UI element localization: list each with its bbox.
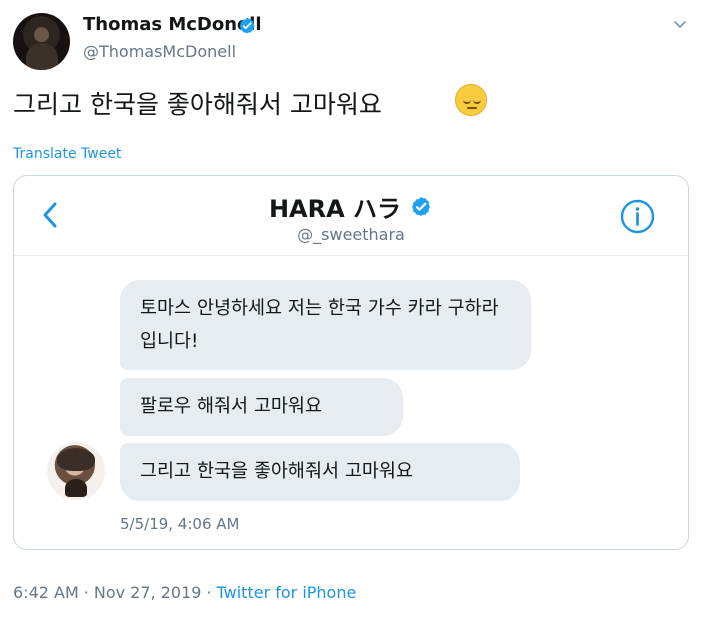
message-timestamp: 5/5/19, 4:06 AM bbox=[120, 515, 240, 533]
tweet-author-avatar[interactable] bbox=[13, 13, 70, 70]
tweet-date[interactable]: Nov 27, 2019 bbox=[94, 583, 202, 602]
dm-title: HARA ハラ bbox=[14, 189, 688, 224]
quoted-dm-screenshot[interactable]: HARA ハラ @_sweethara 토마스 안녕하세요 저는 한국 가수 카… bbox=[13, 175, 689, 550]
dm-handle: @_sweethara bbox=[297, 225, 405, 244]
dm-header: HARA ハラ @_sweethara bbox=[14, 176, 688, 256]
separator: · bbox=[83, 583, 89, 602]
verified-badge-icon bbox=[239, 17, 255, 34]
tweet-meta: 6:42 AM · Nov 27, 2019 · Twitter for iPhone bbox=[13, 583, 356, 602]
tweet-source-link[interactable]: Twitter for iPhone bbox=[217, 583, 357, 602]
tweet-text: 그리고 한국을 좋아해줘서 고마워요 bbox=[13, 90, 382, 119]
message-bubble: 팔로우 해줘서 고마워요 bbox=[120, 378, 403, 436]
dm-header-divider bbox=[14, 255, 688, 256]
separator: · bbox=[206, 583, 212, 602]
sender-avatar bbox=[47, 442, 105, 500]
author-handle[interactable]: @ThomasMcDonell bbox=[83, 42, 236, 61]
pensive-face-icon bbox=[455, 84, 487, 116]
message-bubble: 그리고 한국을 좋아해줘서 고마워요 bbox=[120, 443, 520, 501]
message-bubble: 토마스 안녕하세요 저는 한국 가수 카라 구하라입니다! bbox=[120, 280, 531, 370]
info-icon[interactable] bbox=[619, 198, 656, 235]
dm-title-text: HARA ハラ bbox=[268, 195, 402, 223]
chevron-down-icon[interactable] bbox=[672, 17, 688, 33]
tweet-time[interactable]: 6:42 AM bbox=[13, 583, 79, 602]
verified-badge-icon bbox=[412, 196, 431, 216]
translate-tweet-link[interactable]: Translate Tweet bbox=[13, 146, 121, 162]
author-name[interactable]: Thomas McDonell bbox=[83, 14, 262, 35]
